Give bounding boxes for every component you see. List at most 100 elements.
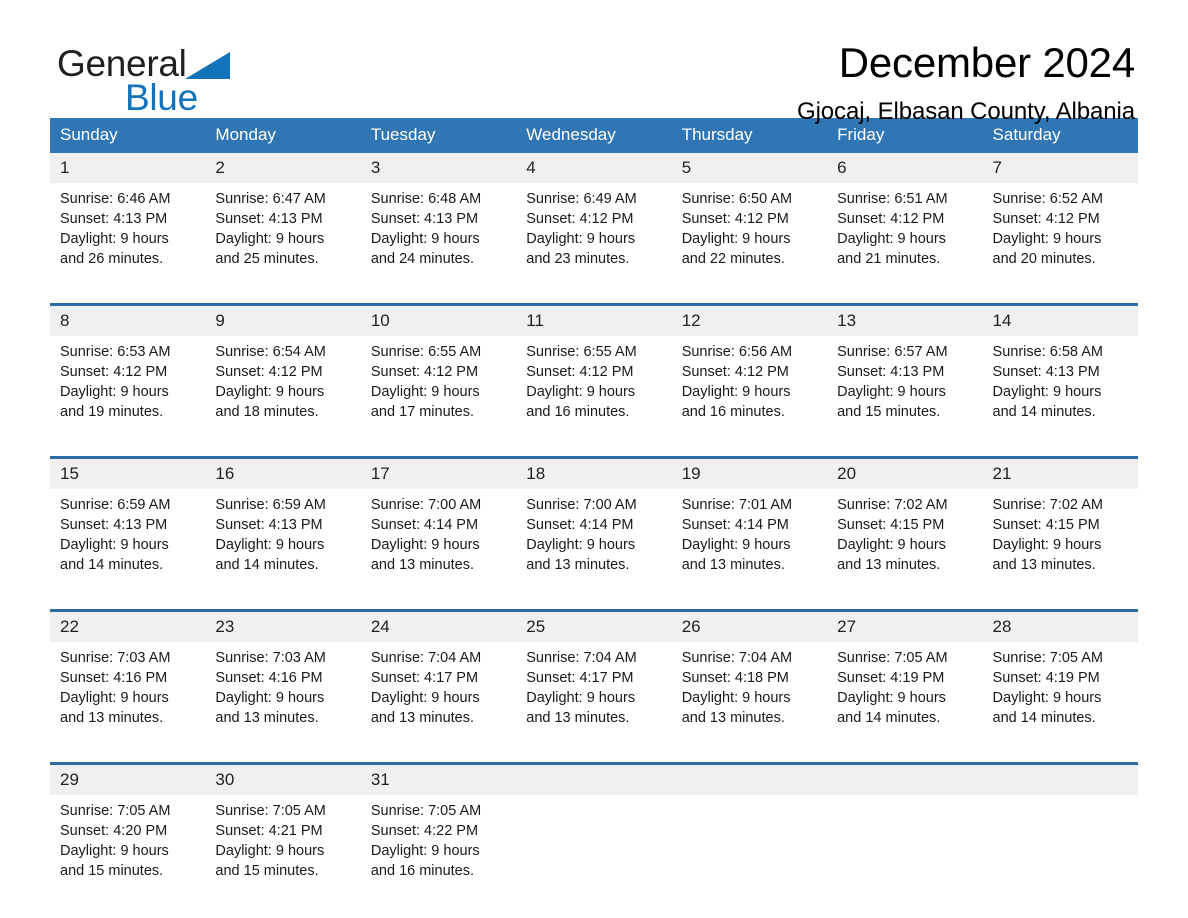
sunset-text: Sunset: 4:17 PM	[370, 670, 479, 686]
sunrise-text: Sunrise: 7:05 AM	[992, 650, 1103, 666]
day-number-cell[interactable]: 10	[360, 303, 517, 336]
weekday-header-monday: Monday	[205, 118, 361, 153]
day-number-cell[interactable]: 20	[827, 456, 983, 489]
daylight-text: and 13 minutes.	[681, 557, 785, 573]
sunrise-text: Sunrise: 7:05 AM	[215, 803, 326, 819]
daylight-text: and 13 minutes.	[215, 710, 319, 726]
daylight-text: and 13 minutes.	[370, 557, 475, 573]
sunrise-text: Sunrise: 7:00 AM	[526, 497, 637, 513]
daylight-text: and 14 minutes.	[837, 710, 941, 726]
daylight-text: Daylight: 9 hours	[837, 384, 946, 400]
sunrise-text: Sunrise: 6:52 AM	[992, 191, 1103, 207]
day-detail-cell: Sunrise: 6:58 AM Sunset: 4:13 PM Daylight:…	[982, 336, 1138, 444]
daylight-text: and 24 minutes.	[370, 251, 475, 267]
day-number-cell[interactable]: 22	[50, 609, 206, 642]
day-number-cell[interactable]: 11	[516, 303, 672, 336]
empty-day-cell	[516, 762, 672, 795]
daylight-text: and 16 minutes.	[681, 404, 785, 420]
empty-day-cell	[671, 762, 828, 795]
day-number-row: 15 16 17 18 19 20 21	[50, 456, 1138, 489]
day-detail-cell: Sunrise: 6:49 AM Sunset: 4:12 PM Daylight:…	[516, 183, 672, 291]
daylight-text: and 15 minutes.	[60, 863, 164, 879]
sunset-text: Sunset: 4:18 PM	[681, 670, 789, 686]
day-detail-cell: Sunrise: 7:05 AM Sunset: 4:20 PM Daylight:…	[50, 795, 206, 903]
daylight-text: Daylight: 9 hours	[60, 690, 169, 706]
daylight-text: and 15 minutes.	[215, 863, 319, 879]
day-number-cell[interactable]: 17	[360, 456, 517, 489]
sunrise-text: Sunrise: 7:01 AM	[681, 497, 793, 513]
day-detail-cell: Sunrise: 6:55 AM Sunset: 4:12 PM Daylight:…	[516, 336, 672, 444]
day-number-cell[interactable]: 25	[516, 609, 672, 642]
day-number-cell[interactable]: 13	[827, 303, 983, 336]
day-detail-cell: Sunrise: 6:52 AM Sunset: 4:12 PM Daylight:…	[982, 183, 1138, 291]
sunrise-text: Sunrise: 7:04 AM	[370, 650, 482, 666]
day-number-cell[interactable]: 24	[360, 609, 517, 642]
day-number-cell[interactable]: 21	[982, 456, 1138, 489]
day-detail-cell: Sunrise: 7:02 AM Sunset: 4:15 PM Daylight:…	[982, 489, 1138, 597]
daylight-text: Daylight: 9 hours	[526, 690, 636, 706]
daylight-text: Daylight: 9 hours	[526, 231, 636, 247]
day-number-cell[interactable]: 6	[827, 153, 983, 183]
week-spacer	[50, 750, 1138, 764]
day-number-cell[interactable]: 28	[982, 609, 1138, 642]
daylight-text: Daylight: 9 hours	[60, 537, 169, 553]
sunrise-text: Sunrise: 6:59 AM	[215, 497, 326, 513]
day-number-cell[interactable]: 5	[671, 153, 828, 183]
day-detail-cell: Sunrise: 7:00 AM Sunset: 4:14 PM Daylight:…	[516, 489, 672, 597]
week-spacer-cell	[50, 597, 1138, 611]
sunset-text: Sunset: 4:14 PM	[370, 517, 479, 533]
daylight-text: and 20 minutes.	[992, 251, 1096, 267]
day-detail-cell: Sunrise: 6:56 AM Sunset: 4:12 PM Daylight:…	[671, 336, 828, 444]
sunrise-text: Sunrise: 6:58 AM	[992, 344, 1103, 360]
day-number-cell[interactable]: 7	[982, 153, 1138, 183]
day-number-cell[interactable]: 2	[205, 153, 361, 183]
day-number-cell[interactable]: 18	[516, 456, 672, 489]
daylight-text: Daylight: 9 hours	[681, 384, 791, 400]
day-detail-cell: Sunrise: 6:53 AM Sunset: 4:12 PM Daylight:…	[50, 336, 206, 444]
daylight-text: and 13 minutes.	[526, 557, 630, 573]
daylight-text: Daylight: 9 hours	[526, 384, 636, 400]
day-detail-cell: Sunrise: 6:59 AM Sunset: 4:13 PM Daylight:…	[205, 489, 361, 597]
day-number-cell[interactable]: 12	[671, 303, 828, 336]
day-number-cell[interactable]: 3	[360, 153, 517, 183]
daylight-text: and 14 minutes.	[60, 557, 164, 573]
day-number-cell[interactable]: 16	[205, 456, 361, 489]
week-spacer-cell	[50, 291, 1138, 305]
daylight-text: Daylight: 9 hours	[681, 690, 791, 706]
sunset-text: Sunset: 4:14 PM	[681, 517, 789, 533]
day-info-row: Sunrise: 6:46 AM Sunset: 4:13 PM Daylight:…	[50, 183, 1138, 291]
general-blue-logo[interactable]: General Blue	[57, 45, 317, 117]
page-subtitle: Gjocaj, Elbasan County, Albania	[797, 98, 1135, 125]
daylight-text: and 26 minutes.	[60, 251, 164, 267]
day-number-cell[interactable]: 29	[50, 762, 206, 795]
day-number-cell[interactable]: 14	[982, 303, 1138, 336]
day-number-cell[interactable]: 26	[671, 609, 828, 642]
day-number-cell[interactable]: 4	[516, 153, 672, 183]
sunrise-text: Sunrise: 6:54 AM	[215, 344, 326, 360]
week-spacer-cell	[50, 750, 1138, 764]
day-number-cell[interactable]: 19	[671, 456, 828, 489]
sunrise-text: Sunrise: 6:55 AM	[370, 344, 482, 360]
daylight-text: Daylight: 9 hours	[370, 231, 480, 247]
daylight-text: and 13 minutes.	[370, 710, 475, 726]
day-number-cell[interactable]: 30	[205, 762, 361, 795]
daylight-text: and 13 minutes.	[992, 557, 1096, 573]
day-detail-cell: Sunrise: 6:47 AM Sunset: 4:13 PM Daylight:…	[205, 183, 361, 291]
sunset-text: Sunset: 4:13 PM	[370, 211, 479, 227]
day-number-cell[interactable]: 8	[50, 303, 206, 336]
sunrise-text: Sunrise: 7:03 AM	[60, 650, 171, 666]
day-info-row: Sunrise: 7:03 AM Sunset: 4:16 PM Daylight:…	[50, 642, 1138, 750]
daylight-text: Daylight: 9 hours	[992, 231, 1102, 247]
daylight-text: Daylight: 9 hours	[215, 537, 325, 553]
day-number-cell[interactable]: 27	[827, 609, 983, 642]
sunrise-text: Sunrise: 6:56 AM	[681, 344, 793, 360]
daylight-text: and 17 minutes.	[370, 404, 475, 420]
day-number-cell[interactable]: 31	[360, 762, 517, 795]
calendar-page: General Blue December 2024 Gjocaj, Elbas…	[0, 0, 1188, 918]
day-number-cell[interactable]: 15	[50, 456, 206, 489]
day-number-cell[interactable]: 1	[50, 153, 206, 183]
daylight-text: Daylight: 9 hours	[837, 690, 946, 706]
day-detail-cell: Sunrise: 7:04 AM Sunset: 4:17 PM Daylight:…	[516, 642, 672, 750]
day-number-cell[interactable]: 23	[205, 609, 361, 642]
day-number-cell[interactable]: 9	[205, 303, 361, 336]
